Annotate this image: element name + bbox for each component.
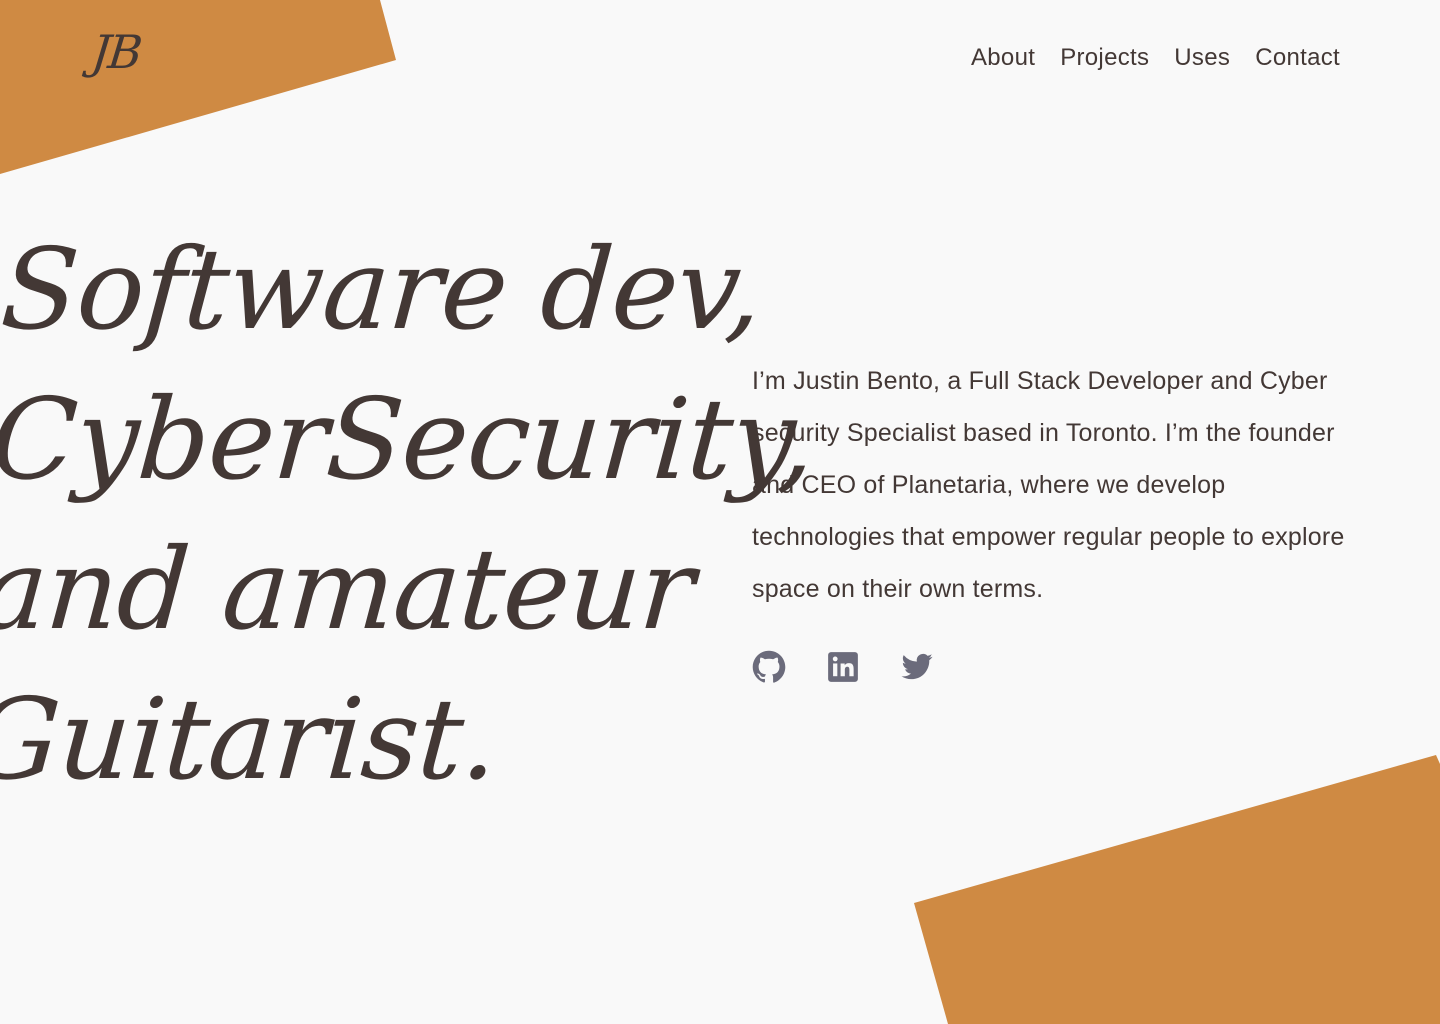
hero-headline: Software dev, CyberSecurity, and amateur… xyxy=(0,215,830,815)
linkedin-icon xyxy=(828,652,858,682)
headline-line: and amateur xyxy=(0,525,698,655)
headline-line: Software dev, xyxy=(0,225,766,355)
logo[interactable]: JB xyxy=(89,25,143,79)
hero-bio: I’m Justin Bento, a Full Stack Developer… xyxy=(752,367,1345,603)
decorative-shape-bottom xyxy=(914,755,1440,1024)
twitter-link[interactable] xyxy=(900,650,934,684)
decorative-shape-top xyxy=(0,0,396,174)
social-links xyxy=(752,650,934,684)
nav-link-uses[interactable]: Uses xyxy=(1174,41,1230,75)
github-icon xyxy=(752,650,786,683)
headline-line: CyberSecurity, xyxy=(0,375,819,505)
twitter-icon xyxy=(901,653,933,680)
nav-link-about[interactable]: About xyxy=(971,41,1035,75)
page: JB About Projects Uses Contact Software … xyxy=(0,0,1440,1024)
linkedin-link[interactable] xyxy=(826,650,860,684)
headline-line: Guitarist. xyxy=(0,675,502,805)
nav-link-projects[interactable]: Projects xyxy=(1060,41,1149,75)
github-link[interactable] xyxy=(752,650,786,684)
nav-link-contact[interactable]: Contact xyxy=(1255,41,1340,75)
main-nav: About Projects Uses Contact xyxy=(971,41,1340,75)
